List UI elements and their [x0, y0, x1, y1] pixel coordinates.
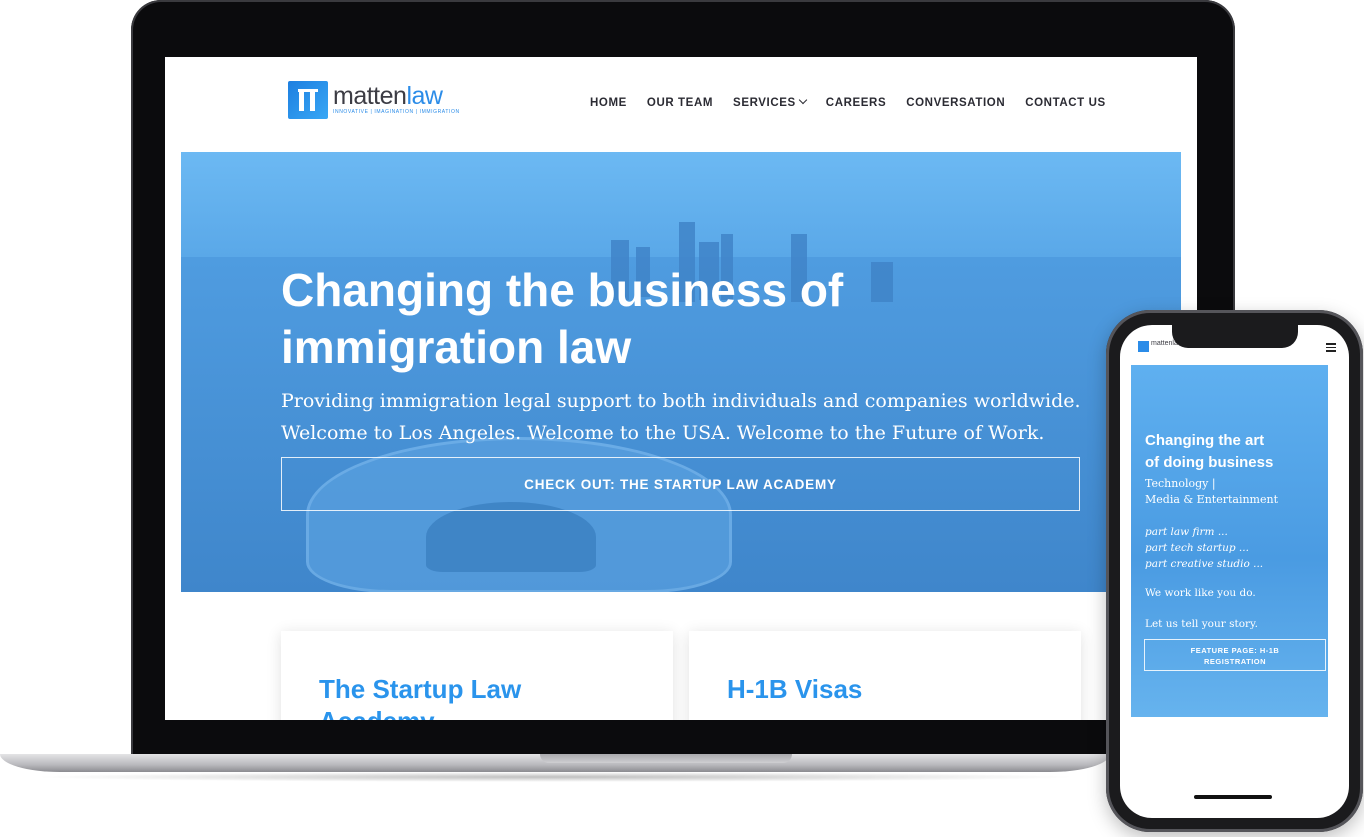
logo-icon[interactable]	[288, 81, 328, 119]
phone-hero-subtitle: Technology | Media & Entertainment	[1145, 477, 1279, 506]
nav-services-label: SERVICES	[733, 97, 796, 109]
nav-careers[interactable]: CAREERS	[826, 97, 886, 109]
laptop-shadow	[30, 772, 1080, 782]
field-image	[426, 502, 596, 572]
main-nav: HOME OUR TEAM SERVICES CAREERS CONVERSAT…	[590, 95, 1106, 109]
nav-services[interactable]: SERVICES	[733, 95, 808, 109]
hero-title: Changing the business of immigration law	[281, 264, 844, 373]
phone-hero-title: Changing the art of doing business	[1145, 432, 1274, 471]
logo-wordmark[interactable]: mattenlaw	[333, 82, 443, 111]
laptop-hinge-notch	[540, 754, 792, 763]
card-h1b-visas[interactable]: H-1B Visas	[689, 631, 1081, 720]
home-indicator[interactable]	[1194, 795, 1272, 799]
h1b-registration-button[interactable]: FEATURE PAGE: H-1B REGISTRATION	[1144, 639, 1326, 671]
phone-logo-icon[interactable]	[1138, 341, 1149, 352]
nav-our-team[interactable]: OUR TEAM	[647, 97, 713, 109]
phone-notch	[1172, 322, 1298, 348]
laptop-screen: mattenlaw INNOVATIVE | IMAGINATION | IMM…	[165, 57, 1197, 720]
card-title: H-1B Visas	[727, 674, 863, 704]
nav-contact-us[interactable]: CONTACT US	[1025, 97, 1106, 109]
nav-conversation[interactable]: CONVERSATION	[906, 97, 1005, 109]
chevron-down-icon	[798, 95, 808, 105]
phone-story-text: Let us tell your story.	[1145, 618, 1258, 630]
phone-screen: mattenlaw Changing the art of doing busin…	[1120, 325, 1349, 818]
card-startup-law-academy[interactable]: The Startup Law Academy	[281, 631, 673, 720]
hero-banner: Changing the business of immigration law …	[181, 152, 1181, 592]
startup-law-academy-button[interactable]: CHECK OUT: THE STARTUP LAW ACADEMY	[281, 457, 1080, 511]
hero-subtitle: Providing immigration legal support to b…	[281, 390, 1081, 444]
site-header: mattenlaw INNOVATIVE | IMAGINATION | IMM…	[165, 57, 1197, 152]
card-title: The Startup Law Academy	[319, 674, 522, 720]
nav-home[interactable]: HOME	[590, 97, 627, 109]
logo-tagline: INNOVATIVE | IMAGINATION | IMMIGRATION	[333, 109, 460, 115]
phone-hero-banner: Changing the art of doing business Techno…	[1131, 365, 1328, 717]
phone-hero-tagline: part law firm ... part tech startup ... pa…	[1145, 526, 1264, 570]
hamburger-menu-icon[interactable]	[1326, 343, 1336, 354]
phone-work-text: We work like you do.	[1145, 587, 1256, 599]
